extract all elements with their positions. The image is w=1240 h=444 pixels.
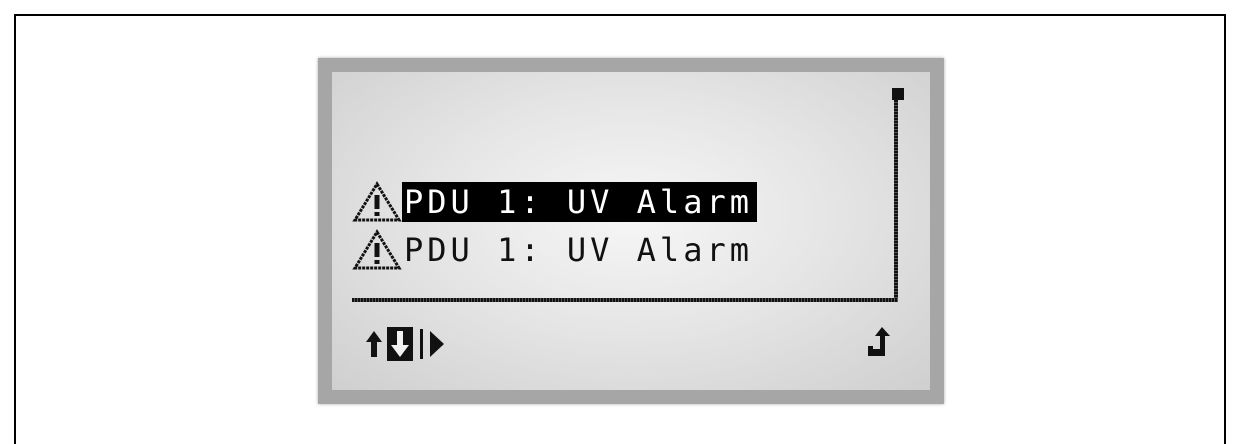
warning-icon [352,229,402,270]
arrow-down-icon[interactable] [386,326,414,362]
arrow-right-icon[interactable] [428,329,446,359]
scrollbar-track[interactable] [894,88,898,298]
enter-icon[interactable] [862,324,892,364]
separator-line [352,298,898,302]
alarm-item-label: PDU 1: UV Alarm [404,231,753,269]
alarm-item-label: PDU 1: UV Alarm [402,182,757,222]
warning-icon [352,181,402,222]
lcd-screen: PDU 1: UV Alarm PDU 1: UV Alarm [332,72,930,390]
navigation-icons [364,324,446,364]
arrow-up-icon[interactable] [364,329,384,359]
alarm-list-item[interactable]: PDU 1: UV Alarm [352,229,757,270]
divider-icon [420,329,423,359]
scrollbar-thumb[interactable] [892,88,904,100]
alarm-list-item[interactable]: PDU 1: UV Alarm [352,181,757,222]
